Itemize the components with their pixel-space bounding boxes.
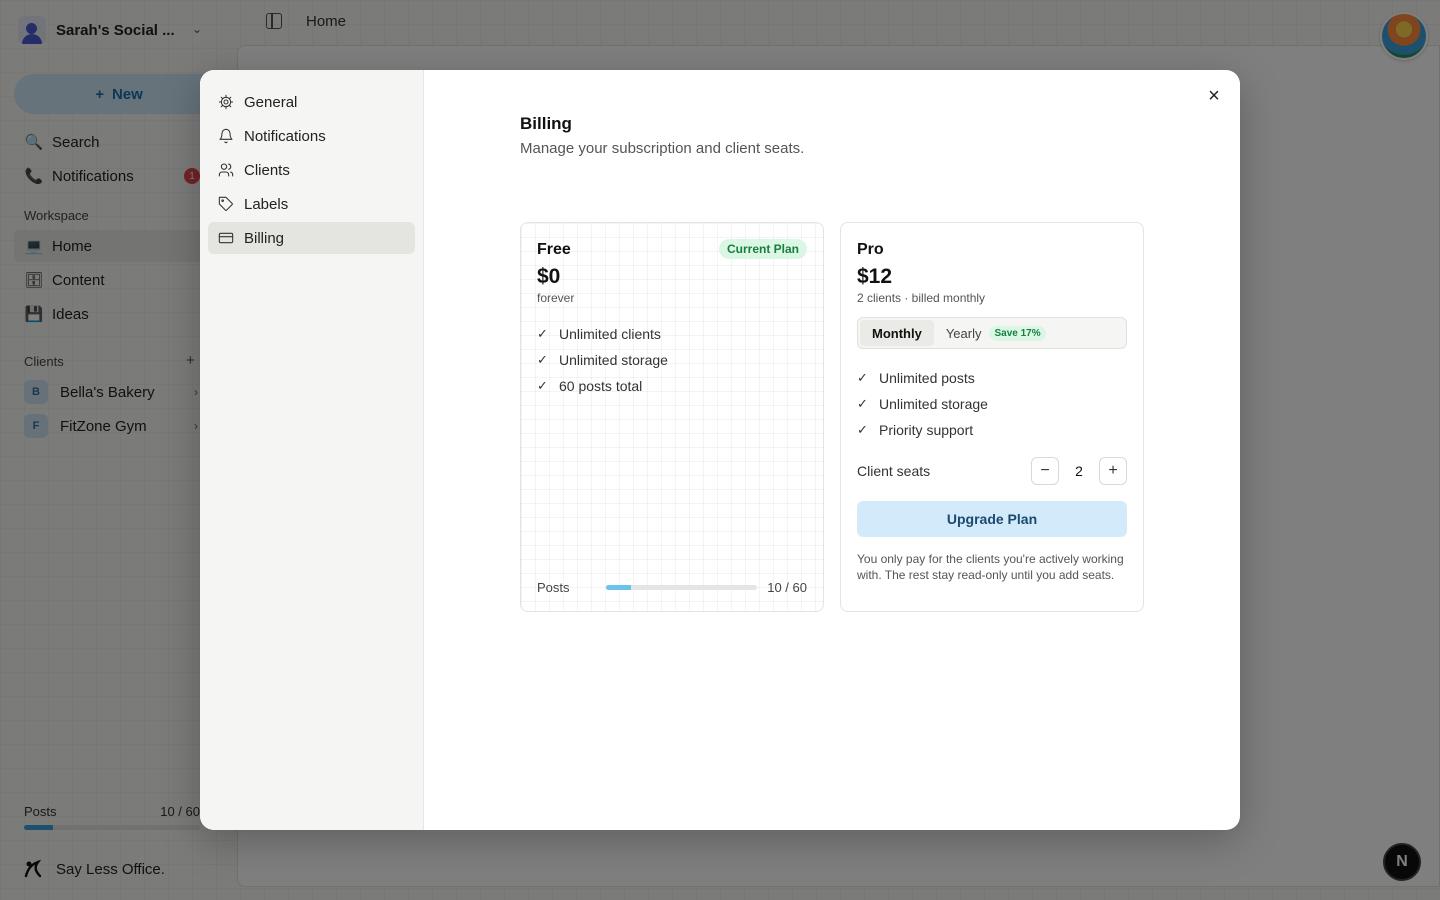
plan-period: 2 clients · billed monthly	[857, 291, 986, 305]
monthly-option[interactable]: Monthly	[860, 320, 934, 346]
users-icon	[218, 163, 234, 177]
client-seats-stepper: − 2 +	[1031, 457, 1127, 485]
settings-nav-label: Notifications	[244, 127, 326, 145]
billing-cycle-toggle: Monthly Yearly Save 17%	[857, 317, 1127, 349]
tag-icon	[218, 196, 233, 211]
yearly-label: Yearly	[945, 325, 982, 341]
yearly-option[interactable]: Yearly Save 17%	[934, 320, 1058, 346]
settings-nav-billing[interactable]: Billing	[208, 222, 415, 254]
feature-text: 60 posts total	[559, 378, 643, 394]
feature-item: ✓ 60 posts total	[537, 373, 807, 399]
settings-nav-label: Clients	[244, 161, 290, 179]
feature-item: ✓ Unlimited clients	[537, 321, 807, 347]
seats-value: 2	[1075, 463, 1083, 479]
posts-usage: Posts 10 / 60	[537, 580, 807, 595]
check-icon: ✓	[537, 378, 548, 393]
save-badge: Save 17%	[989, 325, 1046, 341]
feature-text: Priority support	[879, 422, 974, 438]
plan-period: forever	[537, 291, 575, 305]
feature-item: ✓ Unlimited posts	[857, 365, 1127, 391]
close-icon[interactable]: ×	[1204, 85, 1224, 107]
settings-modal: General Notifications Clients Labels Bil…	[200, 70, 1240, 830]
decrease-seats-button[interactable]: −	[1031, 457, 1059, 485]
client-seats-label: Client seats	[857, 463, 931, 479]
plan-price: $12	[857, 265, 893, 288]
settings-nav-label: Labels	[244, 195, 289, 213]
feature-item: ✓ Priority support	[857, 417, 1127, 443]
feature-item: ✓ Unlimited storage	[537, 347, 807, 373]
plan-name: Pro	[857, 241, 884, 258]
feature-text: Unlimited storage	[879, 396, 988, 412]
client-seats-row: Client seats − 2 +	[857, 457, 1127, 485]
bell-icon	[219, 128, 233, 144]
plan-price: $0	[537, 265, 561, 288]
usage-bar-fill	[605, 585, 631, 590]
feature-text: Unlimited storage	[559, 352, 668, 368]
check-icon: ✓	[857, 422, 868, 437]
section-title: Billing	[520, 114, 572, 133]
increase-seats-button[interactable]: +	[1099, 457, 1127, 485]
gear-icon	[218, 94, 234, 110]
usage-bar	[605, 585, 758, 590]
feature-text: Unlimited posts	[879, 370, 975, 386]
settings-nav-label: General	[244, 93, 298, 111]
feature-list: ✓ Unlimited posts ✓ Unlimited storage ✓ Pri…	[857, 365, 1127, 443]
settings-nav-general[interactable]: General	[208, 86, 415, 118]
credit-card-icon	[218, 232, 234, 244]
check-icon: ✓	[537, 352, 548, 367]
pro-plan-card: Pro $12 2 clients · billed monthly Month…	[840, 222, 1144, 612]
billing-section: Billing Manage your subscription and cli…	[520, 114, 1144, 612]
free-plan-card: Free Current Plan $0 forever ✓ Unlimited …	[520, 222, 824, 612]
current-plan-badge: Current Plan	[718, 239, 807, 259]
feature-item: ✓ Unlimited storage	[857, 391, 1127, 417]
check-icon: ✓	[857, 370, 868, 385]
check-icon: ✓	[857, 396, 868, 411]
usage-value: 10 / 60	[767, 580, 807, 595]
section-subtitle: Manage your subscription and client seat…	[520, 140, 805, 157]
check-icon: ✓	[537, 326, 548, 341]
feature-list: ✓ Unlimited clients ✓ Unlimited storage ✓ 6…	[537, 321, 807, 399]
billing-note: You only pay for the clients you're acti…	[857, 552, 1124, 582]
feature-text: Unlimited clients	[559, 326, 661, 342]
upgrade-plan-button[interactable]: Upgrade Plan	[857, 501, 1127, 537]
usage-label: Posts	[537, 580, 570, 595]
settings-nav-notifications[interactable]: Notifications	[208, 120, 415, 152]
settings-nav-labels[interactable]: Labels	[208, 188, 415, 220]
settings-nav: General Notifications Clients Labels Bil…	[200, 70, 424, 830]
settings-nav-clients[interactable]: Clients	[208, 154, 415, 186]
settings-nav-label: Billing	[244, 229, 285, 247]
